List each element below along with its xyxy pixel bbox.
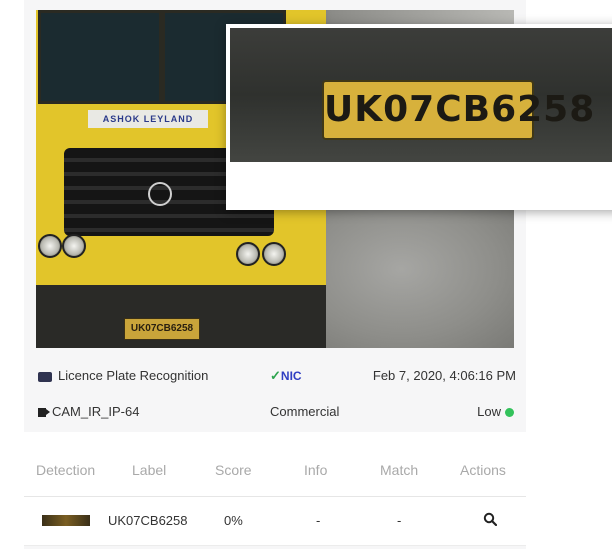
col-actions: Actions [460, 462, 506, 478]
row-score: 0% [224, 513, 243, 528]
status-dot-icon [505, 408, 514, 418]
event-info-row: Licence Plate Recognition ✓NIC Feb 7, 20… [24, 364, 526, 390]
col-score: Score [215, 462, 252, 478]
camera-source: CAM_IR_IP-64 [38, 404, 139, 419]
headlamp-left-inner [62, 234, 86, 258]
vehicle-type: Commercial [270, 404, 340, 419]
search-icon[interactable] [483, 512, 497, 526]
headlamp-right-outer [262, 242, 286, 266]
monitor-icon [38, 371, 52, 382]
plate-zoom-image: UK07CB6258 [230, 28, 612, 162]
headlamp-right-inner [236, 242, 260, 266]
license-plate-small: UK07CB6258 [124, 318, 200, 340]
tag-label: NIC [280, 369, 302, 383]
tag-badge: ✓NIC [270, 368, 302, 384]
event-category: Licence Plate Recognition [38, 368, 208, 383]
priority-status: Low [477, 404, 514, 419]
camera-info-row: CAM_IR_IP-64 Commercial Low [24, 400, 526, 426]
truck-brand-badge: ASHOK LEYLAND [88, 110, 208, 128]
truck-logo-icon [148, 182, 172, 206]
table-row[interactable]: UK07CB6258 0% - - [24, 497, 526, 546]
license-plate-zoomed: UK07CB6258 [322, 80, 594, 140]
col-label: Label [132, 462, 167, 478]
detection-thumbnail[interactable] [42, 515, 90, 526]
priority-label: Low [477, 404, 501, 419]
row-match: - [397, 513, 402, 528]
video-camera-icon [38, 408, 50, 418]
plate-zoom-popup: UK07CB6258 [226, 24, 612, 210]
detections-table-header: Detection Label Score Info Match Actions [24, 432, 526, 497]
event-timestamp: Feb 7, 2020, 4:06:16 PM [372, 368, 516, 383]
col-info: Info [304, 462, 328, 478]
event-category-label: Licence Plate Recognition [58, 368, 209, 383]
col-detection: Detection [36, 462, 96, 478]
camera-name: CAM_IR_IP-64 [52, 404, 140, 419]
road-surface [326, 190, 514, 348]
check-icon: ✓ [270, 368, 281, 383]
row-label: UK07CB6258 [108, 513, 188, 528]
col-match: Match [380, 462, 419, 478]
row-info: - [316, 513, 321, 528]
headlamp-left-outer [38, 234, 62, 258]
windshield-left [38, 10, 162, 104]
